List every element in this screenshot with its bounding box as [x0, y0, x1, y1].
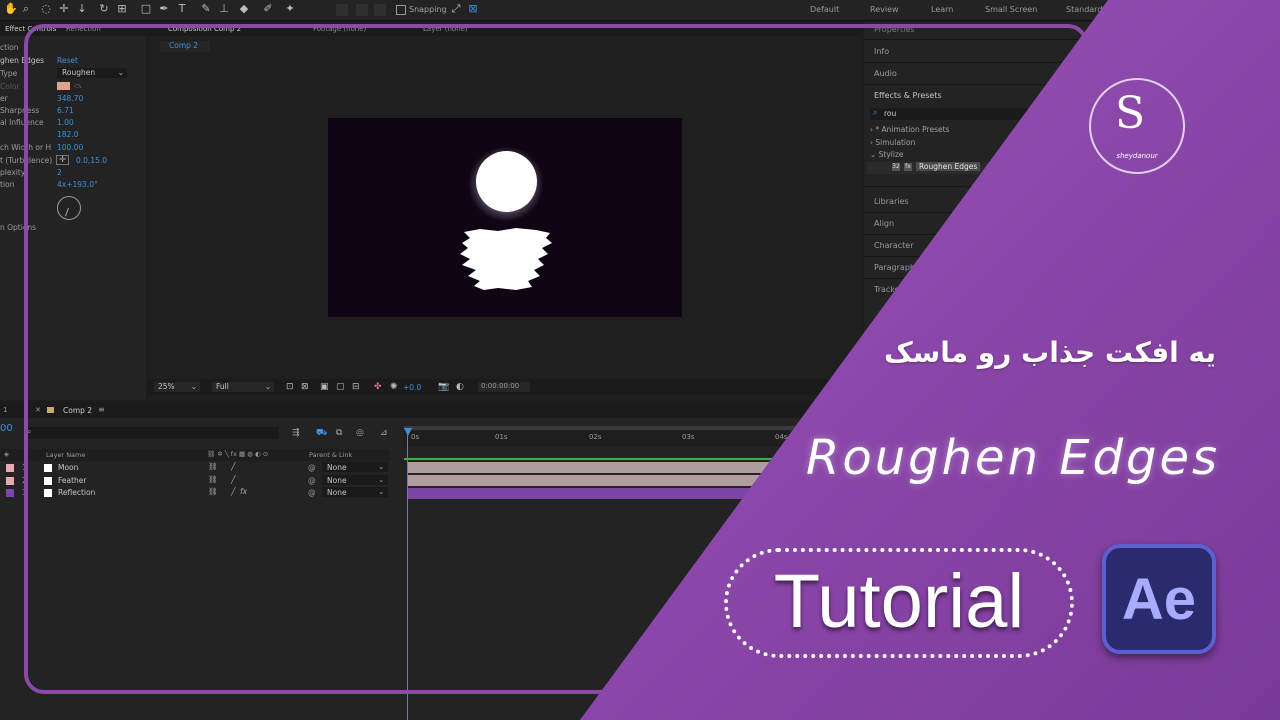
after-effects-logo: Ae: [1102, 544, 1216, 654]
brand-name: sheydanour: [1116, 152, 1158, 160]
dragon-s-icon: S: [1115, 88, 1146, 139]
effect-title: Roughen Edges: [806, 430, 1221, 486]
ae-logo-text: Ae: [1121, 567, 1197, 632]
brand-logo: S sheydanour: [1089, 78, 1185, 174]
persian-title: یه افکت جذاب رو ماسک: [883, 336, 1216, 369]
tutorial-pill: Tutorial: [724, 548, 1074, 658]
tutorial-label: Tutorial: [773, 559, 1025, 644]
